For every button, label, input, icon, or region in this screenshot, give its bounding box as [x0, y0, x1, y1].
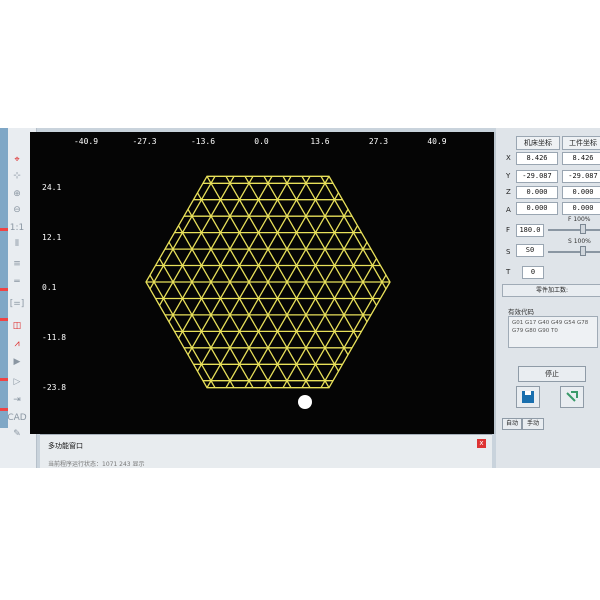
- y-tick-label: -23.8: [42, 383, 66, 392]
- feed-override-label: F 100%: [568, 216, 591, 223]
- work-coords-header: 工件坐标: [562, 136, 600, 150]
- y-tick-label: 0.1: [42, 283, 57, 292]
- close-button[interactable]: x: [477, 439, 486, 448]
- y-tick-label: 12.1: [42, 233, 61, 242]
- spindle-label: S: [506, 248, 511, 256]
- feed-slider-knob[interactable]: [580, 224, 586, 234]
- machine-y-value: -29.087: [516, 170, 558, 183]
- axis-label-z: Z: [506, 188, 511, 196]
- right-panel: 机床坐标 工件坐标 X 8.426 8.426 Y -29.087 -29.08…: [496, 128, 600, 468]
- machine-a-value: 0.000: [516, 202, 558, 215]
- toolpath-segment: [196, 175, 311, 372]
- tool-label: T: [506, 268, 511, 276]
- x-tick-label: -13.6: [191, 137, 215, 146]
- toolpath-svg: -40.9 -27.3 -13.6 0.0 13.6 27.3 40.9 24.1 12.1 0…: [42, 137, 447, 409]
- axis-label-x: X: [506, 154, 511, 162]
- x-tick-label: 27.3: [369, 137, 388, 146]
- toolpath-viewport[interactable]: -40.9 -27.3 -13.6 0.0 13.6 27.3 40.9 24.1 12.1 0…: [30, 132, 497, 434]
- feed-slider[interactable]: [548, 229, 600, 231]
- status-message: 当前程序运行状态：1071 243 显示: [48, 461, 145, 468]
- machine-coords-header: 机床坐标: [516, 136, 560, 150]
- multi-function-title: 多功能窗口: [48, 442, 83, 450]
- pen-icon[interactable]: ✎: [3, 426, 31, 442]
- feed-label: F: [506, 226, 511, 234]
- work-a-value: 0.000: [562, 202, 600, 215]
- x-tick-label: 40.9: [427, 137, 446, 146]
- left-edge-strip: [0, 128, 8, 428]
- tab-manual[interactable]: 手动: [522, 418, 544, 430]
- cnc-screen: ⌖ ⊹ ⊕ ⊖ 1:1 ⦀ ≡ ═ [=] ◫ ⩘ ▶ ▷ ⇥ CAD ✎ -4…: [0, 128, 600, 468]
- machine-z-value: 0.000: [516, 186, 558, 199]
- save-program-button[interactable]: [516, 386, 540, 408]
- x-tick-label: -27.3: [132, 137, 156, 146]
- axis-label-a: A: [506, 206, 511, 214]
- tool-position-marker: [298, 395, 312, 409]
- x-tick-label: 0.0: [254, 137, 269, 146]
- work-x-value: 8.426: [562, 152, 600, 165]
- axis-label-y: Y: [506, 172, 511, 180]
- toolpath-segment: [158, 175, 235, 306]
- spindle-override-label: S 100%: [568, 238, 591, 245]
- spindle-value: S0: [516, 244, 544, 257]
- tool-value: 0: [522, 266, 544, 279]
- spindle-slider[interactable]: [548, 251, 600, 253]
- active-codes-title: 有效代码: [508, 308, 534, 316]
- toolpath-segment: [225, 192, 340, 389]
- spindle-slider-knob[interactable]: [580, 246, 586, 256]
- active-codes-text: G01 G17 G40 G49 G54 G78 G79 G80 G90 T0: [512, 320, 589, 334]
- work-y-value: -29.087: [562, 170, 600, 183]
- y-tick-label: -11.8: [42, 333, 66, 342]
- reset-icon: [566, 391, 578, 402]
- stop-button[interactable]: 停止: [518, 366, 586, 382]
- toolpath-segment: [301, 175, 378, 306]
- multi-function-window: 多功能窗口 x 当前程序运行状态：1071 243 显示: [40, 434, 492, 468]
- toolpath-segment: [158, 258, 235, 389]
- x-tick-label: -40.9: [74, 137, 98, 146]
- reset-button[interactable]: [560, 386, 584, 408]
- active-codes-box: G01 G17 G40 G49 G54 G78 G79 G80 G90 T0: [508, 316, 598, 348]
- toolpath-segment: [196, 192, 311, 389]
- work-z-value: 0.000: [562, 186, 600, 199]
- tab-auto[interactable]: 自动: [502, 418, 522, 430]
- toolpath-segment: [301, 258, 378, 389]
- y-tick-label: 24.1: [42, 183, 61, 192]
- toolpath-segment: [225, 175, 340, 372]
- feed-value: 180.0: [516, 224, 544, 237]
- workpiece-count-field[interactable]: 零件加工数:: [502, 284, 600, 297]
- x-tick-label: 13.6: [310, 137, 329, 146]
- disk-icon: [522, 391, 534, 403]
- machine-x-value: 8.426: [516, 152, 558, 165]
